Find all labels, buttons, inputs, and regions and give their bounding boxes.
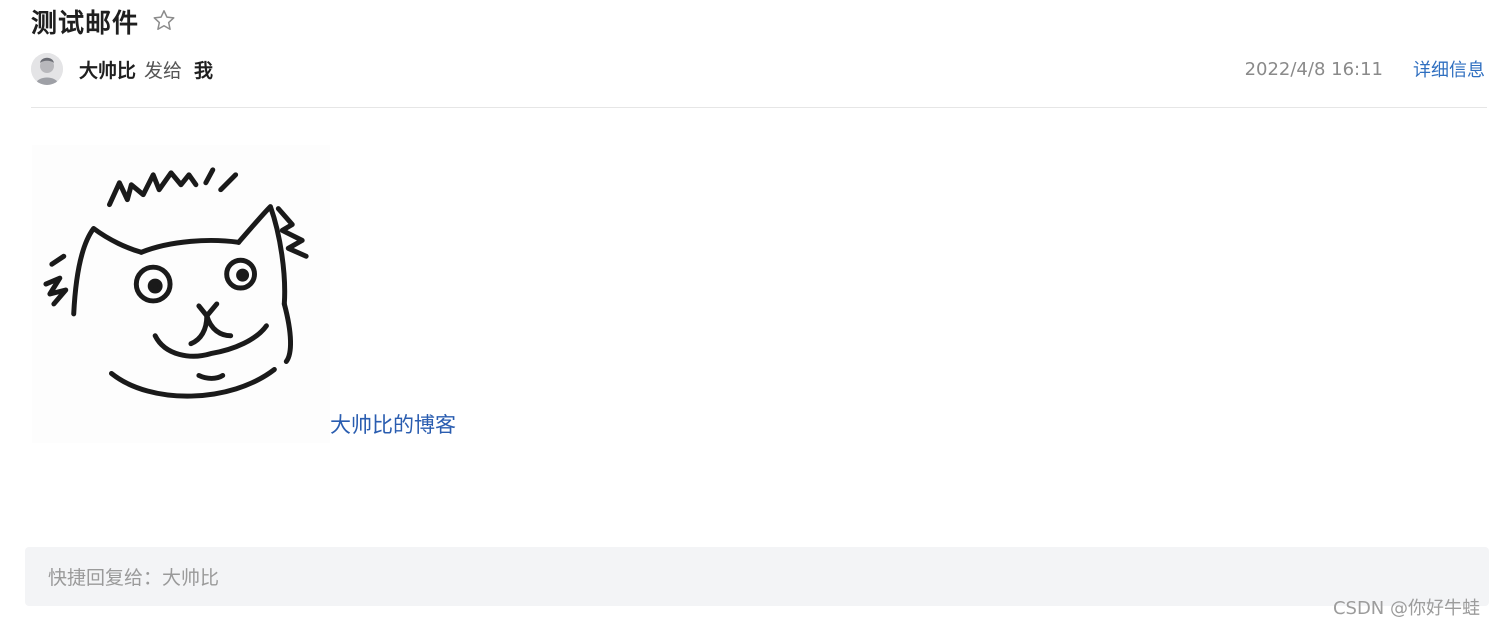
quick-reply-field[interactable]: 快捷回复给：大帅比: [25, 547, 1489, 606]
email-body: 大帅比的博客: [32, 145, 456, 443]
email-subject: 测试邮件: [31, 8, 140, 39]
email-timestamp: 2022/4/8 16:11: [1244, 58, 1383, 80]
header-divider: [31, 107, 1487, 108]
watermark: CSDN @你好牛蛙: [1332, 598, 1480, 619]
sent-to-label: 发给: [144, 59, 183, 82]
star-icon[interactable]: [151, 8, 177, 34]
email-subject-row: 测试邮件: [31, 4, 177, 39]
avatar[interactable]: [31, 53, 63, 85]
blog-link[interactable]: 大帅比的博客: [330, 409, 456, 439]
recipient-name[interactable]: 我: [194, 56, 213, 83]
details-link[interactable]: 详细信息: [1413, 56, 1485, 82]
meta-right: 2022/4/8 16:11 详细信息: [1245, 56, 1485, 82]
email-view: 测试邮件 大帅比 发给 我 2022/4/8 16:11 详细信息 大帅比的博客…: [0, 0, 1496, 626]
quick-reply-label: 快捷回复给：大帅比: [48, 567, 220, 589]
email-meta-row: 大帅比 发给 我 2022/4/8 16:11 详细信息: [31, 52, 1485, 86]
sender-name[interactable]: 大帅比: [79, 56, 136, 83]
cat-face-image[interactable]: [32, 145, 330, 443]
